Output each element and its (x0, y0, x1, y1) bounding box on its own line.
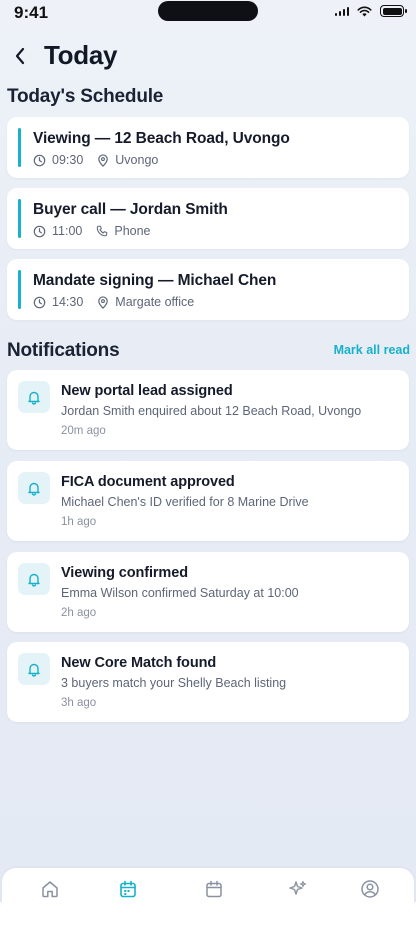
notification-title: FICA document approved (61, 474, 235, 490)
bottom-tab-bar (2, 868, 414, 908)
signal-icon (334, 6, 349, 16)
schedule-location: Margate office (97, 295, 194, 309)
bell-icon (28, 573, 40, 587)
tab-today[interactable] (116, 877, 140, 901)
schedule-item[interactable]: Mandate signing — Michael Chen 14:30 Mar… (7, 259, 409, 320)
notification-icon-badge (18, 563, 50, 595)
profile-icon (361, 880, 379, 898)
schedule-time: 11:00 (33, 224, 82, 238)
notification-icon-badge (18, 472, 50, 504)
calendar-icon (206, 880, 222, 898)
schedule-location-text: Uvongo (115, 153, 159, 167)
home-icon (42, 881, 58, 898)
clock-icon (33, 296, 46, 308)
schedule-item-title: Viewing — 12 Beach Road, Uvongo (33, 130, 290, 147)
notification-time: 2h ago (61, 607, 97, 619)
schedule-location-text: Phone (114, 224, 151, 238)
clock-icon (33, 225, 46, 237)
schedule-accent-bar (18, 199, 21, 238)
schedule-item-title: Buyer call — Jordan Smith (33, 201, 228, 218)
tab-home[interactable] (38, 877, 62, 901)
tab-calendar[interactable] (202, 877, 226, 901)
bell-icon (28, 482, 40, 496)
mark-all-read-button[interactable]: Mark all read (334, 343, 410, 357)
schedule-item-title: Mandate signing — Michael Chen (33, 272, 277, 289)
schedule-section-title: Today's Schedule (7, 86, 164, 107)
status-bar: 9:41 (0, 0, 416, 26)
schedule-time-text: 09:30 (52, 153, 84, 167)
schedule-time: 09:30 (33, 153, 83, 167)
tab-matches[interactable] (286, 877, 310, 901)
schedule-item[interactable]: Buyer call — Jordan Smith 11:00 Phone (7, 188, 409, 249)
schedule-location-text: Margate office (115, 295, 195, 309)
schedule-item-meta: 09:30 Uvongo (33, 153, 172, 167)
schedule-item-meta: 11:00 Phone (33, 224, 165, 238)
page-title: Today (44, 40, 118, 70)
tab-profile[interactable] (358, 877, 382, 901)
notification-item[interactable]: New Core Match found 3 buyers match your… (7, 642, 409, 722)
schedule-time-text: 11:00 (52, 224, 83, 238)
schedule-location: Uvongo (97, 153, 158, 167)
notification-time: 1h ago (61, 516, 97, 528)
notifications-header: Notifications Mark all read (0, 340, 416, 362)
wifi-icon (357, 6, 372, 16)
notification-body: Emma Wilson confirmed Saturday at 10:00 (61, 586, 299, 600)
sparkles-icon (289, 880, 307, 895)
location-pin-icon (98, 295, 109, 309)
notification-title: New Core Match found (61, 655, 217, 671)
phone-icon (97, 225, 108, 237)
notification-item[interactable]: FICA document approved Michael Chen's ID… (7, 461, 409, 541)
notification-icon-badge (18, 653, 50, 685)
notification-time: 20m ago (61, 425, 106, 437)
notification-item[interactable]: Viewing confirmed Emma Wilson confirmed … (7, 552, 409, 632)
status-icons (334, 5, 407, 17)
notification-title: New portal lead assigned (61, 383, 233, 399)
schedule-item-meta: 14:30 Margate office (33, 295, 208, 309)
bell-icon (28, 391, 40, 405)
schedule-accent-bar (18, 270, 21, 309)
notification-item[interactable]: New portal lead assigned Jordan Smith en… (7, 370, 409, 450)
notification-time: 3h ago (61, 697, 97, 709)
bell-icon (28, 663, 40, 677)
schedule-time-text: 14:30 (52, 295, 84, 309)
notification-title: Viewing confirmed (61, 565, 188, 581)
clock-icon (33, 154, 46, 166)
header: Today (10, 40, 117, 71)
schedule-location: Phone (96, 224, 151, 238)
calendar-icon (120, 880, 136, 898)
status-time: 9:41 (14, 3, 49, 22)
notification-body: Jordan Smith enquired about 12 Beach Roa… (61, 404, 362, 418)
notification-body: Michael Chen's ID verified for 8 Marine … (61, 495, 309, 509)
notification-icon-badge (18, 381, 50, 413)
battery-icon (380, 5, 407, 17)
notifications-section-title: Notifications (7, 340, 120, 361)
schedule-accent-bar (18, 128, 21, 167)
chevron-left-icon (15, 47, 25, 64)
dynamic-island (158, 1, 258, 21)
location-pin-icon (98, 153, 109, 167)
schedule-item[interactable]: Viewing — 12 Beach Road, Uvongo 09:30 Uv… (7, 117, 409, 178)
schedule-time: 14:30 (33, 295, 83, 309)
notification-body: 3 buyers match your Shelly Beach listing (61, 676, 287, 690)
back-button[interactable] (10, 41, 30, 71)
